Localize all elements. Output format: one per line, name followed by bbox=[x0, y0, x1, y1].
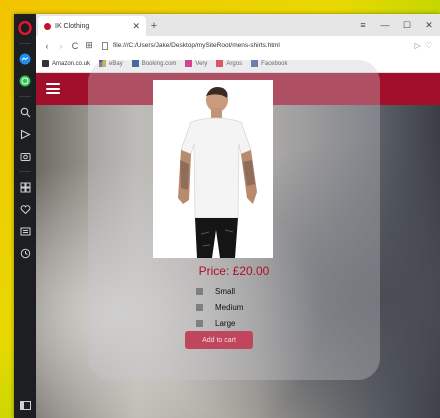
whatsapp-icon[interactable] bbox=[14, 70, 36, 92]
speed-dial-icon[interactable] bbox=[14, 176, 36, 198]
product-image bbox=[153, 80, 273, 258]
new-tab-button[interactable]: + bbox=[146, 16, 162, 36]
size-label: Small bbox=[215, 286, 236, 296]
hamburger-menu-icon[interactable] bbox=[46, 83, 60, 94]
bookmark-label: Amazon.co.uk bbox=[52, 60, 91, 67]
opera-sidebar bbox=[14, 14, 36, 418]
easy-setup-icon[interactable]: ≡ bbox=[352, 20, 374, 30]
messenger-icon[interactable] bbox=[14, 48, 36, 70]
tab-title: IK Clothing bbox=[55, 22, 90, 30]
news-icon[interactable] bbox=[14, 220, 36, 242]
tab-favicon-icon bbox=[44, 22, 51, 30]
bookmark-amazon[interactable]: Amazon.co.uk bbox=[42, 60, 90, 67]
tab-close-icon[interactable]: ✕ bbox=[132, 21, 140, 32]
size-options: Small Medium Large bbox=[196, 283, 243, 331]
maximize-button[interactable]: ☐ bbox=[396, 20, 418, 31]
browser-window: IK Clothing ✕ + ≡ — ☐ ✕ ‹ › C ⊞ file:///… bbox=[14, 14, 440, 418]
sidebar-divider bbox=[19, 171, 31, 172]
amazon-icon bbox=[42, 60, 49, 67]
camera-icon[interactable] bbox=[14, 145, 36, 167]
grid-icon[interactable]: ⊞ bbox=[82, 40, 96, 51]
send-icon[interactable] bbox=[14, 123, 36, 145]
sidebar-divider bbox=[19, 96, 31, 97]
tab-bar: IK Clothing ✕ + ≡ — ☐ ✕ bbox=[36, 14, 440, 36]
close-button[interactable]: ✕ bbox=[418, 20, 440, 31]
address-input[interactable]: file:///C:/Users/Jake/Desktop/mySiteRoot… bbox=[102, 41, 415, 50]
product-price: Price: £20.00 bbox=[198, 264, 270, 278]
search-icon[interactable] bbox=[14, 101, 36, 123]
size-checkbox[interactable] bbox=[196, 303, 203, 311]
tab-ik-clothing[interactable]: IK Clothing ✕ bbox=[38, 16, 146, 36]
back-button[interactable]: ‹ bbox=[40, 41, 54, 51]
size-label: Medium bbox=[215, 302, 244, 312]
url-text: file:///C:/Users/Jake/Desktop/mySiteRoot… bbox=[113, 42, 280, 49]
address-bar-row: ‹ › C ⊞ file:///C:/Users/Jake/Desktop/my… bbox=[36, 36, 440, 55]
forward-button[interactable]: › bbox=[54, 41, 68, 51]
opera-logo-icon[interactable] bbox=[14, 17, 36, 39]
sidebar-divider bbox=[19, 43, 31, 44]
file-icon bbox=[102, 41, 108, 50]
size-option-small[interactable]: Small bbox=[196, 283, 243, 299]
window-controls: ≡ — ☐ ✕ bbox=[352, 14, 440, 36]
size-option-medium[interactable]: Medium bbox=[196, 299, 243, 315]
reload-button[interactable]: C bbox=[68, 41, 82, 51]
heart-icon[interactable] bbox=[14, 198, 36, 220]
size-checkbox[interactable] bbox=[196, 287, 203, 295]
sidebar-toggle-icon[interactable] bbox=[14, 401, 36, 410]
bookmark-heart-icon[interactable]: ♡ bbox=[425, 41, 432, 50]
size-label: Large bbox=[215, 318, 236, 328]
size-checkbox[interactable] bbox=[196, 319, 203, 327]
size-option-large[interactable]: Large bbox=[196, 315, 243, 331]
snapshot-icon[interactable]: ▷ bbox=[415, 41, 421, 50]
address-actions: ▷ ♡ bbox=[415, 41, 432, 50]
history-icon[interactable] bbox=[14, 242, 36, 264]
minimize-button[interactable]: — bbox=[374, 20, 396, 30]
add-to-cart-button[interactable]: Add to cart bbox=[185, 331, 253, 349]
